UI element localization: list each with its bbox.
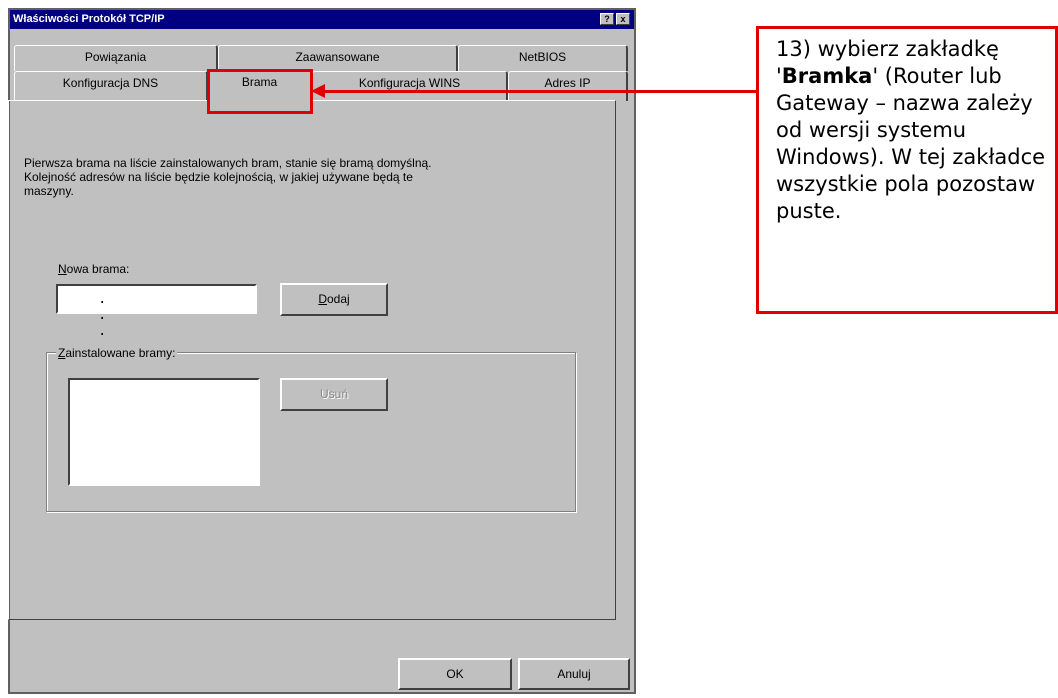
new-gateway-ip-field[interactable]: . . . <box>56 284 257 340</box>
help-button[interactable]: ? <box>600 13 614 25</box>
title-bar: Właściwości Protokół TCP/IP ? x <box>10 10 634 29</box>
gateway-description: Pierwsza brama na liście zainstalowanych… <box>24 156 432 198</box>
annotation-text: 13) wybierz zakładkę 'Bramka' (Router lu… <box>776 36 1052 225</box>
remove-button: Usuń <box>280 378 388 411</box>
ip-dots: . . . <box>98 292 151 340</box>
add-button[interactable]: Dodaj <box>280 283 388 316</box>
highlight-box-brama-tab <box>207 69 313 114</box>
arrow-head <box>311 84 325 98</box>
tab-zaawansowane[interactable]: Zaawansowane <box>218 45 458 71</box>
annotation-line1: 13) wybierz zakładkę <box>776 37 999 61</box>
window-title: Właściwości Protokół TCP/IP <box>13 13 165 25</box>
tab-adres-ip[interactable]: Adres IP <box>508 71 628 101</box>
close-button[interactable]: x <box>616 13 630 25</box>
installed-gateways-list[interactable] <box>68 378 260 486</box>
new-gateway-label: Nowa brama: <box>58 262 130 276</box>
tab-konfiguracja-dns[interactable]: Konfiguracja DNS <box>14 71 208 101</box>
tab-netbios[interactable]: NetBIOS <box>458 45 628 71</box>
tab-konfiguracja-wins[interactable]: Konfiguracja WINS <box>312 71 508 101</box>
installed-gateways-label: Zainstalowane bramy: <box>56 346 178 360</box>
arrow-line <box>318 90 756 93</box>
ok-button[interactable]: OK <box>398 658 512 690</box>
cancel-button[interactable]: Anuluj <box>518 658 630 690</box>
annotation-bold: Bramka <box>781 64 873 88</box>
tab-powiazania[interactable]: Powiązania <box>14 45 218 71</box>
